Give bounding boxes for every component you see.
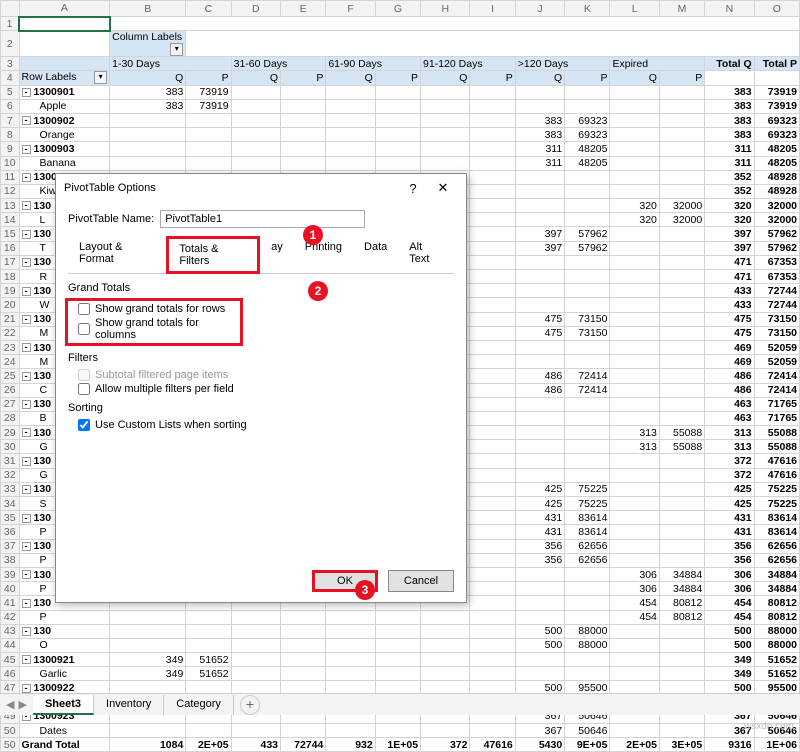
dialog-title: PivotTable Options: [64, 182, 398, 194]
grand-totals-rows-checkbox[interactable]: [78, 303, 90, 315]
collapse-icon[interactable]: -: [22, 372, 31, 381]
callout-2: 2: [308, 281, 328, 301]
row-1: 1: [1, 17, 800, 31]
sheet-tab-category[interactable]: Category: [164, 695, 234, 715]
collapse-icon[interactable]: -: [22, 627, 31, 636]
close-button[interactable]: ✕: [428, 180, 458, 196]
collapse-icon[interactable]: -: [22, 315, 31, 324]
table-row[interactable]: 50Dates3675064636750646: [1, 724, 800, 738]
table-row[interactable]: 9-13009033114820531148205: [1, 142, 800, 156]
dialog-titlebar[interactable]: PivotTable Options ? ✕: [56, 174, 466, 202]
tab-layout-format[interactable]: Layout & Format: [68, 236, 166, 273]
next-sheet-icon[interactable]: ▶: [18, 698, 26, 711]
table-row[interactable]: 42P4548081245480812: [1, 610, 800, 624]
multiple-filters-checkbox[interactable]: [78, 383, 90, 395]
collapse-icon[interactable]: -: [22, 145, 31, 154]
collapse-icon[interactable]: -: [22, 514, 31, 523]
collapse-icon[interactable]: -: [22, 258, 31, 267]
collapse-icon[interactable]: -: [22, 599, 31, 608]
tab-totals-filters[interactable]: Totals & Filters: [166, 236, 260, 274]
column-headers[interactable]: ABCDEFGHIJKLMNO: [1, 1, 800, 17]
collapse-icon[interactable]: -: [22, 88, 31, 97]
collapse-icon[interactable]: -: [22, 428, 31, 437]
grand-totals-columns-checkbox[interactable]: [78, 323, 90, 335]
tab-printing[interactable]: Printing: [294, 236, 353, 273]
collapse-icon[interactable]: -: [22, 343, 31, 352]
name-label: PivotTable Name:: [68, 213, 154, 225]
chevron-down-icon[interactable]: ▾: [170, 43, 183, 56]
tab-ay[interactable]: ay: [260, 236, 294, 273]
dialog-tabs: Layout & FormatTotals & FiltersayPrintin…: [68, 236, 454, 274]
callout-3: 3: [355, 580, 375, 600]
grand-total-row: 50Grand Total10842E+05433727449321E+0537…: [1, 738, 800, 752]
collapse-icon[interactable]: -: [22, 684, 31, 693]
cancel-button[interactable]: Cancel: [388, 570, 454, 592]
table-row[interactable]: 45-13009213495165234951652: [1, 653, 800, 667]
table-row[interactable]: 44O5008800050088000: [1, 638, 800, 652]
table-row[interactable]: 6Apple3837391938373919: [1, 99, 800, 113]
row-4: 4Row Labels▾QPQPQPQPQPQP: [1, 71, 800, 85]
collapse-icon[interactable]: -: [22, 655, 31, 664]
collapse-icon[interactable]: -: [22, 116, 31, 125]
row-2: 2Column Labels▾: [1, 31, 800, 57]
table-row[interactable]: 43-1305008800050088000: [1, 624, 800, 638]
collapse-icon[interactable]: -: [22, 400, 31, 409]
help-button[interactable]: ?: [398, 181, 428, 196]
sheet-tab-bar: ◀ ▶ Sheet3InventoryCategory +: [0, 693, 800, 715]
table-row[interactable]: 10Banana3114820531148205: [1, 156, 800, 170]
filters-section: Filters Subtotal filtered page items All…: [68, 352, 454, 396]
table-row[interactable]: 46Garlic3495165234951652: [1, 667, 800, 681]
table-row[interactable]: 8Orange3836932338369323: [1, 128, 800, 142]
grand-totals-section: Grand Totals Show grand totals for rows …: [68, 282, 454, 346]
sheet-tab-sheet3[interactable]: Sheet3: [33, 695, 94, 715]
collapse-icon[interactable]: -: [22, 457, 31, 466]
active-cell[interactable]: [19, 17, 110, 31]
pivottable-options-dialog: PivotTable Options ? ✕ PivotTable Name: …: [55, 173, 467, 603]
pivottable-name-input[interactable]: [160, 210, 365, 228]
prev-sheet-icon[interactable]: ◀: [6, 698, 14, 711]
subtotal-filtered-checkbox: [78, 369, 90, 381]
table-row[interactable]: 7-13009023836932338369323: [1, 113, 800, 127]
table-row[interactable]: 5-13009013837391938373919: [1, 85, 800, 99]
collapse-icon[interactable]: -: [22, 230, 31, 239]
collapse-icon[interactable]: -: [22, 570, 31, 579]
collapse-icon[interactable]: -: [22, 201, 31, 210]
row-3: 31-30 Days31-60 Days61-90 Days91-120 Day…: [1, 57, 800, 71]
collapse-icon[interactable]: -: [22, 542, 31, 551]
callout-1: 1: [303, 225, 323, 245]
collapse-icon[interactable]: -: [22, 287, 31, 296]
chevron-down-icon[interactable]: ▾: [94, 71, 107, 84]
add-sheet-button[interactable]: +: [240, 695, 260, 715]
sorting-section: Sorting Use Custom Lists when sorting: [68, 402, 454, 432]
custom-lists-checkbox[interactable]: [78, 419, 90, 431]
tab-alt-text[interactable]: Alt Text: [398, 236, 454, 273]
column-labels-label: Column Labels: [112, 31, 182, 43]
collapse-icon[interactable]: -: [22, 485, 31, 494]
tab-data[interactable]: Data: [353, 236, 398, 273]
collapse-icon[interactable]: -: [22, 173, 31, 182]
watermark: wsxdn.com: [744, 721, 794, 732]
sheet-tab-inventory[interactable]: Inventory: [94, 695, 164, 715]
